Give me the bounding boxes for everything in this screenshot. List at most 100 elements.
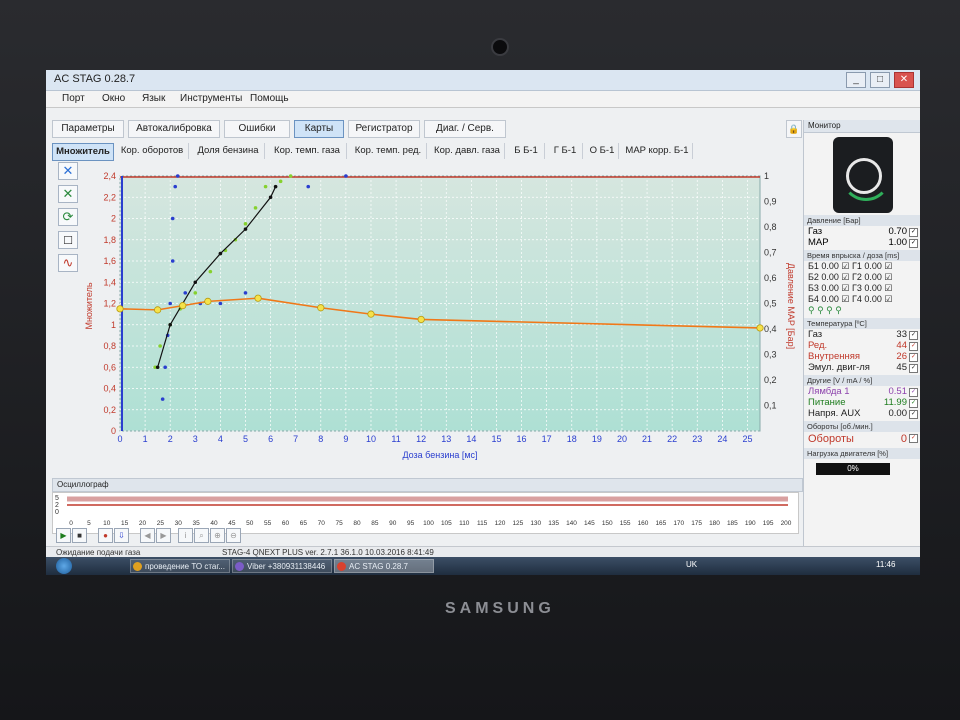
x-axis-label: Доза бензина [мс] xyxy=(402,450,477,460)
load-section-title: Нагрузка двигателя [%] xyxy=(804,448,920,459)
other-row-2: Напря. AUX 0.00 ✓ xyxy=(804,408,920,419)
menu-window[interactable]: Окно xyxy=(102,93,125,104)
tab-gas-pressure-correction[interactable]: Кор. давл. газа xyxy=(430,143,505,159)
tab-recorder[interactable]: Регистратор xyxy=(348,120,420,138)
y-axis-label: Множитель xyxy=(84,282,94,329)
trend-point xyxy=(268,195,273,200)
y2-tick-label: 0,5 xyxy=(764,299,777,309)
close-button[interactable]: ✕ xyxy=(894,72,914,88)
tab-errors[interactable]: Ошибки xyxy=(224,120,290,138)
x-tick-label: 17 xyxy=(542,434,552,444)
tab-petrol-share[interactable]: Доля бензина xyxy=(192,143,265,159)
rpm-row: Обороты 0 ✓ xyxy=(804,432,920,446)
menu-port[interactable]: Порт xyxy=(62,93,85,104)
tab-autocalibration[interactable]: Автокалибровка xyxy=(128,120,220,138)
y2-tick-label: 0,9 xyxy=(764,197,777,207)
x-tick-label: 16 xyxy=(517,434,527,444)
checkbox[interactable]: ✓ xyxy=(909,342,918,351)
y2-tick-label: 0,2 xyxy=(764,375,777,385)
y-tick-label: 2 xyxy=(111,214,116,224)
osc-x-tick: 30 xyxy=(175,520,183,527)
osc-y-tick: 2 xyxy=(55,502,59,509)
language-indicator[interactable]: UK xyxy=(686,560,697,569)
osc-x-tick: 0 xyxy=(69,520,73,527)
y-tick-label: 2,4 xyxy=(103,171,116,181)
checkbox[interactable]: ✓ xyxy=(909,239,918,248)
taskbar-chrome[interactable]: проведение ТО стаг... xyxy=(130,559,230,573)
tab-parameters[interactable]: Параметры xyxy=(52,120,124,138)
zoom-out-icon[interactable]: ⊖ xyxy=(226,528,241,543)
multiplier-node xyxy=(756,324,764,332)
menu-help[interactable]: Помощь xyxy=(250,93,289,104)
zoom-in-icon[interactable]: ⊕ xyxy=(210,528,225,543)
menu-language[interactable]: Язык xyxy=(142,93,165,104)
stop-icon[interactable]: ■ xyxy=(72,528,87,543)
tab-diagnostics[interactable]: Диаг. / Серв. xyxy=(424,120,506,138)
checkbox[interactable]: ✓ xyxy=(909,410,918,419)
petrol-point xyxy=(170,259,175,263)
x-tick-label: 6 xyxy=(268,434,273,444)
x-tick-label: 14 xyxy=(466,434,476,444)
chart-icon[interactable]: ∿ xyxy=(58,254,78,272)
record-icon[interactable]: ● xyxy=(98,528,113,543)
menu-tools[interactable]: Инструменты xyxy=(180,93,242,104)
step-forward-icon[interactable]: ▶ xyxy=(156,528,171,543)
tab-multiplier[interactable]: Множитель xyxy=(52,143,114,161)
taskbar-acstag[interactable]: AC STAG 0.28.7 xyxy=(334,559,434,573)
petrol-point xyxy=(243,291,248,295)
square-icon[interactable]: □ xyxy=(58,231,78,249)
cross-icon[interactable]: ✕ xyxy=(58,162,78,180)
tab-bb1[interactable]: Б Б-1 xyxy=(508,143,545,159)
y2-axis-label: Давление MAP [Бар] xyxy=(786,263,796,349)
play-icon[interactable]: ▶ xyxy=(56,528,71,543)
temperature-row-0-label: Газ xyxy=(808,329,823,340)
tab-reducer-temp-correction[interactable]: Кор. темп. ред. xyxy=(350,143,427,159)
injector-icons: ⚲ ⚲ ⚲ ⚲ xyxy=(808,305,842,315)
tab-map-correction[interactable]: MAP корр. Б-1 xyxy=(622,143,693,159)
petrol-point xyxy=(306,184,311,189)
minimize-button[interactable]: _ xyxy=(846,72,866,88)
petrol-point xyxy=(160,397,165,401)
y-tick-label: 0,8 xyxy=(103,341,116,351)
lock-icon[interactable]: 🔒 xyxy=(786,120,802,138)
x-tick-label: 21 xyxy=(642,434,652,444)
cross-green-icon[interactable]: ✕ xyxy=(58,185,78,203)
taskbar-viber[interactable]: Viber +380931138446 xyxy=(232,559,332,573)
tab-gas-temp-correction[interactable]: Кор. темп. газа xyxy=(268,143,347,159)
taskbar-chrome-label: проведение ТО стаг... xyxy=(145,562,225,571)
temperature-row-3-value: 45 xyxy=(896,362,907,373)
temperature-row-0-value: 33 xyxy=(896,329,907,340)
multiplier-chart[interactable]: 0 1 2 3 4 5 6 7 8 9 10 11 12 13 14 15 16 17 18 19 20 21 22 23 24… xyxy=(80,166,798,466)
y-tick-label: 1 xyxy=(111,320,116,330)
checkbox[interactable]: ✓ xyxy=(909,331,918,340)
refresh-icon[interactable]: ⟳ xyxy=(58,208,78,226)
checkbox[interactable]: ✓ xyxy=(909,353,918,362)
checkbox[interactable]: ✓ xyxy=(909,364,918,373)
zoom-icon[interactable]: ⌕ xyxy=(194,528,209,543)
tab-gb1[interactable]: Г Б-1 xyxy=(548,143,583,159)
tab-ob1[interactable]: О Б-1 xyxy=(586,143,619,159)
checkbox[interactable]: ✓ xyxy=(909,228,918,237)
info-icon[interactable]: i xyxy=(178,528,193,543)
pressure-map-label: MAP xyxy=(808,237,829,248)
trend-point xyxy=(273,184,278,189)
checkbox[interactable]: ✓ xyxy=(909,399,918,408)
menu-bar: Порт Окно Язык Инструменты Помощь xyxy=(46,91,920,108)
osc-x-tick: 75 xyxy=(336,520,344,527)
checkbox[interactable]: ✓ xyxy=(909,388,918,397)
temperature-section-title: Температура [ºC] xyxy=(804,318,920,329)
osc-x-tick: 115 xyxy=(477,520,488,527)
tab-maps[interactable]: Карты xyxy=(294,120,344,138)
y2-tick-label: 0,6 xyxy=(764,273,777,283)
checkbox[interactable]: ✓ xyxy=(909,434,918,443)
clock[interactable]: 11:46 xyxy=(876,560,895,569)
temperature-row-2: Внутренняя 26 ✓ xyxy=(804,351,920,362)
maximize-button[interactable]: □ xyxy=(870,72,890,88)
start-button[interactable] xyxy=(56,558,72,574)
rpm-label: Обороты xyxy=(808,433,854,445)
download-icon[interactable]: ⇩ xyxy=(114,528,129,543)
step-back-icon[interactable]: ◀ xyxy=(140,528,155,543)
tab-rpm-correction[interactable]: Кор. оборотов xyxy=(116,143,189,159)
temperature-row-1: Ред. 44 ✓ xyxy=(804,340,920,351)
x-tick-label: 22 xyxy=(667,434,677,444)
